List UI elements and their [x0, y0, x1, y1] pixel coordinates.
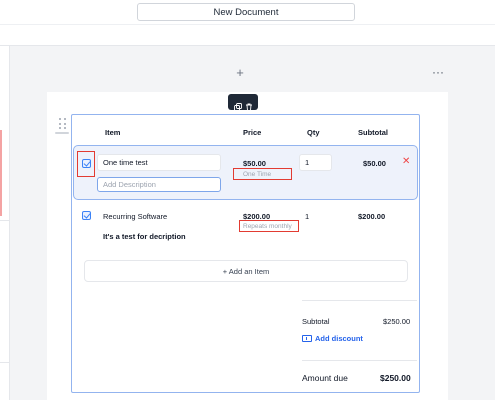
- left-sidebar-divider: [0, 220, 10, 221]
- item-price[interactable]: $50.00: [243, 159, 266, 168]
- quantity-input[interactable]: 1: [299, 154, 332, 171]
- summary-divider: [302, 360, 417, 361]
- column-header-price: Price: [243, 128, 262, 137]
- item-name-input[interactable]: One time test: [97, 154, 221, 171]
- left-sidebar: [0, 46, 10, 400]
- document-title-field[interactable]: New Document: [137, 3, 355, 21]
- subtotal-value: $250.00: [383, 317, 411, 326]
- subtotal-label: Subtotal: [302, 317, 330, 326]
- item-subtotal: $50.00: [363, 159, 386, 168]
- highlight-box: [233, 168, 292, 180]
- add-item-button[interactable]: + Add an Item: [84, 260, 408, 282]
- close-icon[interactable]: ✕: [402, 157, 410, 167]
- item-description[interactable]: It's a test for decription: [103, 232, 186, 241]
- duplicate-icon[interactable]: [233, 98, 242, 111]
- item-name[interactable]: Recurring Software: [103, 212, 167, 221]
- column-header-qty: Qty: [307, 128, 320, 137]
- summary-divider: [302, 300, 417, 301]
- block-toolbar: [228, 94, 258, 111]
- amount-due-value: $250.00: [380, 373, 411, 383]
- item-description-input[interactable]: Add Description: [97, 177, 221, 192]
- highlight-box: [77, 151, 95, 177]
- checkbox-checked-icon[interactable]: [82, 211, 91, 220]
- add-discount-button[interactable]: Add discount: [302, 334, 363, 343]
- quantity-value[interactable]: 1: [305, 212, 309, 221]
- left-sidebar-divider: [0, 362, 10, 363]
- trash-icon[interactable]: [245, 98, 253, 111]
- drag-handle-icon[interactable]: [59, 118, 67, 130]
- left-sidebar-marker: [0, 130, 2, 216]
- highlight-box: [239, 220, 299, 232]
- more-options-button[interactable]: ···: [432, 66, 444, 78]
- add-block-button[interactable]: +: [233, 66, 247, 80]
- top-bar-divider: [0, 24, 495, 25]
- drag-handle-underline: [55, 132, 69, 134]
- column-header-item: Item: [105, 128, 121, 137]
- column-header-subtotal: Subtotal: [358, 128, 388, 137]
- top-bar: New Document: [0, 0, 495, 46]
- amount-due-label: Amount due: [302, 373, 348, 383]
- add-discount-label: Add discount: [315, 334, 363, 343]
- item-subtotal: $200.00: [358, 212, 386, 221]
- ticket-icon: [302, 335, 312, 342]
